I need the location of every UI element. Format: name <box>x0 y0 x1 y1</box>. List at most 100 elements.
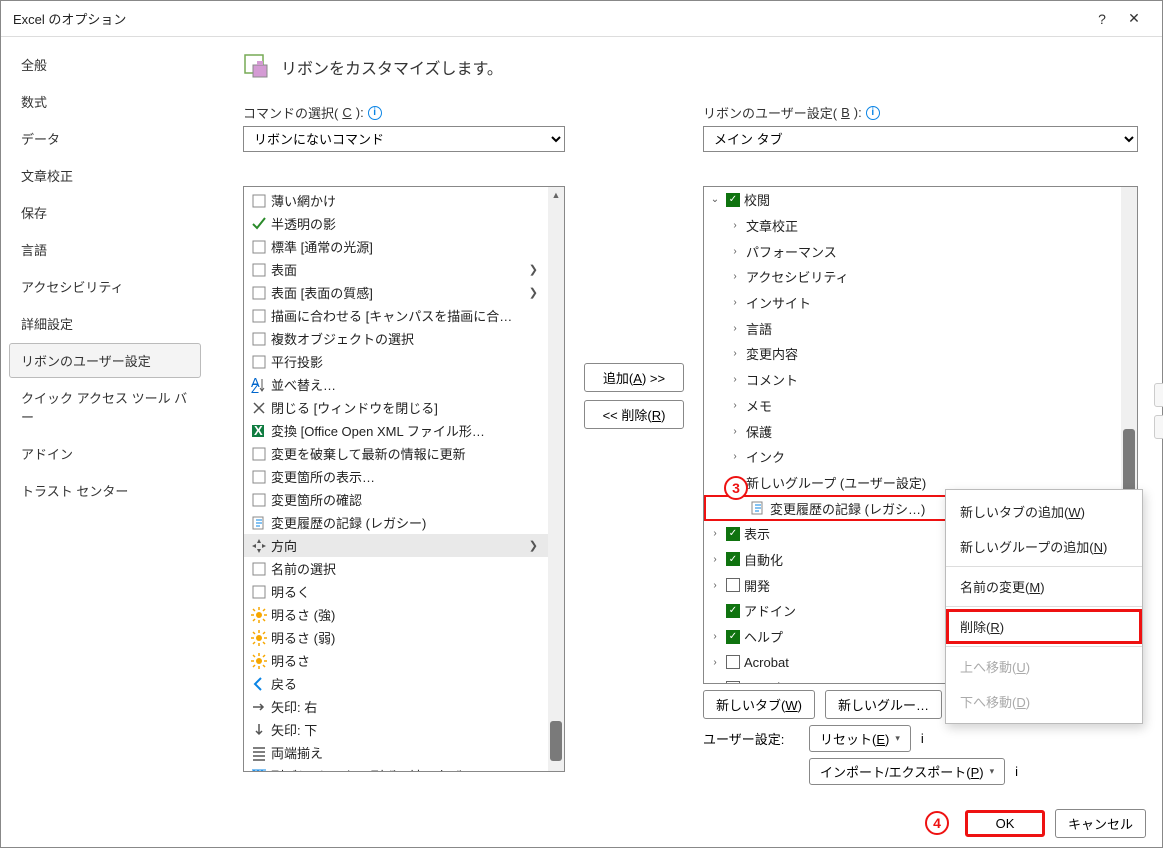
checkbox[interactable]: ✓ <box>726 630 740 644</box>
command-item[interactable]: 閉じる [ウィンドウを閉じる] <box>244 396 564 419</box>
command-item[interactable]: 薄い網かけ <box>244 189 564 212</box>
command-item[interactable]: 変更箇所の表示… <box>244 465 564 488</box>
move-up-button[interactable]: ▲ <box>1154 383 1163 407</box>
tree-node[interactable]: ›保護 <box>704 418 1137 444</box>
command-item[interactable]: 明るさ <box>244 649 564 672</box>
chevron-right-icon[interactable]: › <box>708 682 722 684</box>
menu-item-add-tab[interactable]: 新しいタブの追加(W) <box>946 494 1142 529</box>
close-icon[interactable]: ✕ <box>1118 10 1150 27</box>
checkbox[interactable]: ✓ <box>726 193 740 207</box>
sidebar-item-proofing[interactable]: 文章校正 <box>9 158 201 193</box>
command-item[interactable]: AZ並べ替え… <box>244 373 564 396</box>
ok-button[interactable]: OK <box>965 810 1045 837</box>
command-item[interactable]: 変更箇所の確認 <box>244 488 564 511</box>
sidebar-item-trust-center[interactable]: トラスト センター <box>9 473 201 508</box>
checkbox[interactable] <box>726 655 740 669</box>
command-item[interactable]: 戻る <box>244 672 564 695</box>
command-item[interactable]: 明るく <box>244 580 564 603</box>
sidebar-item-addins[interactable]: アドイン <box>9 436 201 471</box>
chevron-right-icon[interactable]: › <box>728 348 742 359</box>
command-item[interactable]: 変更履歴の記録 (レガシー) <box>244 511 564 534</box>
command-item[interactable]: 描画に合わせる [キャンパスを描画に合… <box>244 304 564 327</box>
command-item[interactable]: 変更を破棄して最新の情報に更新 <box>244 442 564 465</box>
chevron-right-icon[interactable]: › <box>708 657 722 668</box>
remove-button[interactable]: << 削除(R) <box>584 400 684 429</box>
scroll-up-icon[interactable]: ▲ <box>548 187 564 203</box>
add-button[interactable]: 追加(A) >> <box>584 363 684 392</box>
scroll-thumb[interactable] <box>550 721 562 761</box>
chevron-right-icon[interactable]: › <box>708 554 722 565</box>
menu-item-delete[interactable]: 削除(R) <box>946 609 1142 644</box>
menu-item-add-group[interactable]: 新しいグループの追加(N) <box>946 529 1142 564</box>
command-item[interactable]: 明るさ (弱) <box>244 626 564 649</box>
chevron-right-icon[interactable]: › <box>728 297 742 308</box>
command-item[interactable]: X変換 [Office Open XML ファイル形… <box>244 419 564 442</box>
tree-node[interactable]: ›インサイト <box>704 290 1137 316</box>
menu-item-rename[interactable]: 名前の変更(M) <box>946 569 1142 604</box>
commands-from-combo[interactable]: リボンにないコマンド <box>243 126 565 152</box>
sidebar-item-customize-ribbon[interactable]: リボンのユーザー設定 <box>9 343 201 378</box>
tree-node[interactable]: ›コメント <box>704 367 1137 393</box>
move-down-button[interactable]: ▼ <box>1154 415 1163 439</box>
tree-node[interactable]: ⌄✓校閲 <box>704 187 1137 213</box>
scrollbar[interactable]: ▲ <box>548 187 564 771</box>
info-icon[interactable]: i <box>921 731 924 746</box>
tree-node[interactable]: ›文章校正 <box>704 213 1137 239</box>
command-item[interactable]: 矢印: 下 <box>244 718 564 741</box>
command-item[interactable]: 矢印: 右 <box>244 695 564 718</box>
info-icon[interactable]: i <box>866 106 880 120</box>
command-item[interactable]: 名前の選択 <box>244 557 564 580</box>
chevron-right-icon[interactable]: › <box>728 220 742 231</box>
chevron-right-icon[interactable]: › <box>728 426 742 437</box>
command-item[interactable]: 表面 [表面の質感]❯ <box>244 281 564 304</box>
chevron-down-icon[interactable]: ⌄ <box>708 194 722 205</box>
tree-node[interactable]: ›アクセシビリティ <box>704 264 1137 290</box>
checkbox[interactable] <box>726 681 740 684</box>
command-item[interactable]: 両端揃え <box>244 741 564 764</box>
command-item[interactable]: 列ごと [セルを 1 列ずつ読み上げ] <box>244 764 564 772</box>
ribbon-tabs-combo[interactable]: メイン タブ <box>703 126 1138 152</box>
chevron-right-icon[interactable]: › <box>728 374 742 385</box>
chevron-right-icon[interactable]: › <box>708 528 722 539</box>
command-item[interactable]: 表面❯ <box>244 258 564 281</box>
cancel-button[interactable]: キャンセル <box>1055 809 1146 838</box>
new-group-button[interactable]: 新しいグルー… <box>825 690 942 719</box>
chevron-right-icon[interactable]: › <box>728 400 742 411</box>
sidebar-item-advanced[interactable]: 詳細設定 <box>9 306 201 341</box>
sidebar-item-qat[interactable]: クイック アクセス ツール バー <box>9 380 201 434</box>
checkbox[interactable]: ✓ <box>726 527 740 541</box>
reset-button[interactable]: リセット(E)▾ <box>809 725 911 752</box>
chevron-right-icon[interactable]: › <box>728 451 742 462</box>
chevron-right-icon[interactable]: › <box>708 631 722 642</box>
new-tab-button[interactable]: 新しいタブ(W) <box>703 690 815 719</box>
info-icon[interactable]: i <box>368 106 382 120</box>
sidebar-item-language[interactable]: 言語 <box>9 232 201 267</box>
tree-node[interactable]: ›インク <box>704 444 1137 470</box>
chevron-right-icon[interactable]: › <box>708 580 722 591</box>
commands-listbox[interactable]: 薄い網かけ半透明の影標準 [通常の光源]表面❯表面 [表面の質感]❯描画に合わせ… <box>243 186 565 772</box>
chevron-right-icon[interactable]: › <box>728 246 742 257</box>
command-item[interactable]: 複数オブジェクトの選択 <box>244 327 564 350</box>
command-item[interactable]: 半透明の影 <box>244 212 564 235</box>
checkbox[interactable] <box>726 578 740 592</box>
tree-node[interactable]: ›パフォーマンス <box>704 238 1137 264</box>
tree-node[interactable]: ›言語 <box>704 315 1137 341</box>
sidebar-item-data[interactable]: データ <box>9 121 201 156</box>
chevron-right-icon[interactable]: › <box>728 323 742 334</box>
help-icon[interactable]: ? <box>1086 11 1118 27</box>
checkbox[interactable]: ✓ <box>726 552 740 566</box>
command-item[interactable]: 明るさ (強) <box>244 603 564 626</box>
info-icon[interactable]: i <box>1015 764 1018 779</box>
checkbox[interactable]: ✓ <box>726 604 740 618</box>
command-item[interactable]: 標準 [通常の光源] <box>244 235 564 258</box>
sidebar-item-save[interactable]: 保存 <box>9 195 201 230</box>
sidebar-item-general[interactable]: 全般 <box>9 47 201 82</box>
tree-node[interactable]: ›変更内容 <box>704 341 1137 367</box>
import-export-button[interactable]: インポート/エクスポート(P)▾ <box>809 758 1005 785</box>
sidebar-item-accessibility[interactable]: アクセシビリティ <box>9 269 201 304</box>
command-item[interactable]: 平行投影 <box>244 350 564 373</box>
chevron-right-icon[interactable]: › <box>728 271 742 282</box>
tree-node[interactable]: ›メモ <box>704 393 1137 419</box>
sidebar-item-formulas[interactable]: 数式 <box>9 84 201 119</box>
command-item[interactable]: 方向❯ <box>244 534 564 557</box>
